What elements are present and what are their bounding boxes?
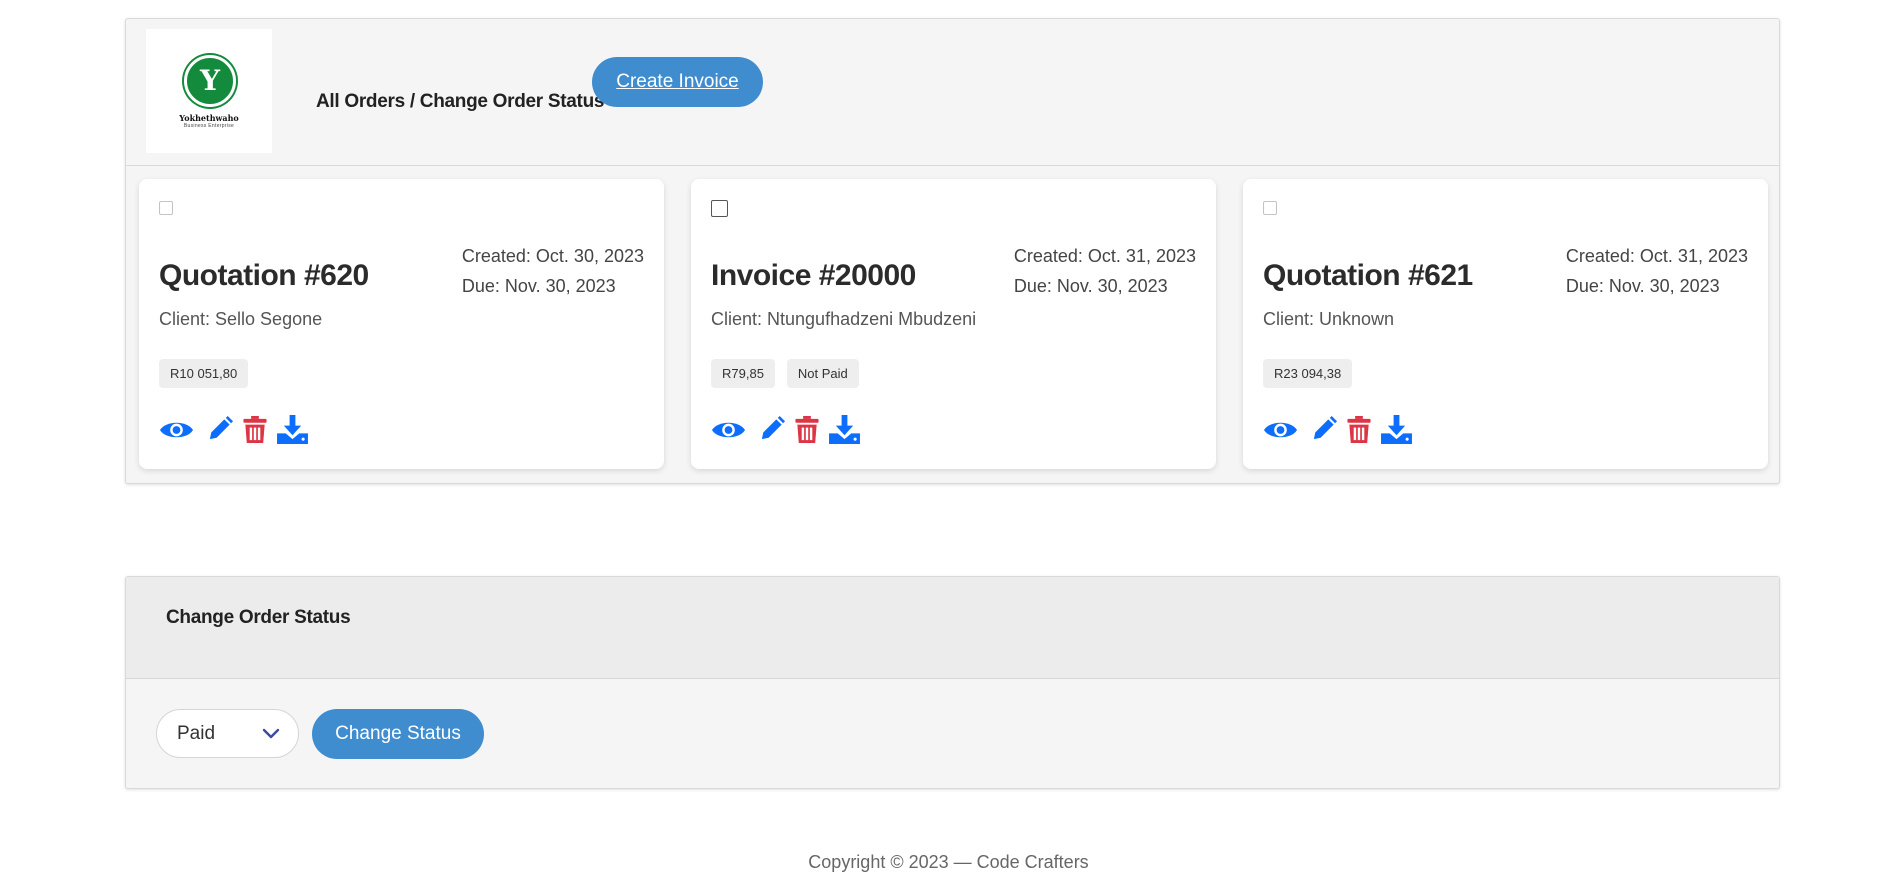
- order-title: Quotation #620: [159, 259, 369, 292]
- orders-header: Y Yokhethwaho Business Enterprise All Or…: [126, 19, 1779, 166]
- trash-icon[interactable]: [243, 416, 267, 443]
- download-icon[interactable]: [829, 415, 860, 444]
- order-badges: R79,85 Not Paid: [711, 359, 859, 388]
- footer-copyright: Copyright © 2023 — Code Crafters: [808, 852, 1089, 872]
- eye-icon[interactable]: [711, 417, 746, 443]
- order-card: Quotation #621 Created: Oct. 31, 2023 Du…: [1243, 179, 1768, 469]
- order-title: Quotation #621: [1263, 259, 1473, 292]
- order-dates: Created: Oct. 31, 2023 Due: Nov. 30, 202…: [1566, 241, 1748, 301]
- status-select[interactable]: Paid: [156, 709, 299, 758]
- pencil-icon[interactable]: [206, 416, 233, 443]
- amount-badge: R79,85: [711, 359, 775, 388]
- logo-emblem: Y: [184, 55, 236, 107]
- client-name: Client: Sello Segone: [159, 309, 323, 329]
- orders-panel: Y Yokhethwaho Business Enterprise All Or…: [125, 18, 1780, 484]
- order-card: Invoice #20000 Created: Oct. 31, 2023 Du…: [691, 179, 1216, 469]
- order-actions: [1263, 415, 1412, 444]
- due-date: Due: Nov. 30, 2023: [461, 276, 616, 296]
- due-date: Due: Nov. 30, 2023: [1565, 276, 1720, 296]
- client-name: Client: Ntungufhadzeni Mbudzeni: [711, 309, 977, 329]
- logo-tagline: Business Enterprise: [183, 123, 235, 129]
- created-date: Created: Oct. 31, 2023: [1565, 246, 1748, 266]
- amount-badge: R23 094,38: [1263, 359, 1353, 388]
- eye-icon[interactable]: [1263, 417, 1298, 443]
- company-logo: Y Yokhethwaho Business Enterprise: [146, 29, 272, 153]
- change-status-title: Change Order Status: [166, 607, 351, 628]
- status-badge: Not Paid: [786, 359, 859, 388]
- change-status-button[interactable]: Change Status: [312, 709, 484, 759]
- order-dates: Created: Oct. 31, 2023 Due: Nov. 30, 202…: [1014, 241, 1196, 301]
- order-actions: [159, 415, 308, 444]
- chevron-down-icon: [262, 727, 280, 745]
- change-status-panel: Change Order Status Paid Change Status: [125, 576, 1780, 789]
- download-icon[interactable]: [1381, 415, 1412, 444]
- created-date: Created: Oct. 31, 2023: [1013, 246, 1196, 266]
- create-invoice-button[interactable]: Create Invoice: [592, 57, 763, 107]
- order-select-checkbox[interactable]: [1263, 201, 1277, 215]
- trash-icon[interactable]: [1347, 416, 1371, 443]
- amount-badge: R10 051,80: [159, 359, 249, 388]
- trash-icon[interactable]: [795, 416, 819, 443]
- order-select-checkbox[interactable]: [711, 200, 728, 217]
- change-status-header: Change Order Status: [126, 577, 1779, 679]
- status-select-value: Paid: [177, 723, 216, 744]
- breadcrumb: All Orders / Change Order Status: [316, 91, 605, 112]
- order-dates: Created: Oct. 30, 2023 Due: Nov. 30, 202…: [462, 241, 644, 301]
- pencil-icon[interactable]: [1310, 416, 1337, 443]
- created-date: Created: Oct. 30, 2023: [461, 246, 644, 266]
- order-actions: [711, 415, 860, 444]
- logo-name: Yokhethwaho: [179, 113, 239, 123]
- order-badges: R23 094,38: [1263, 359, 1353, 388]
- pencil-icon[interactable]: [758, 416, 785, 443]
- client-name: Client: Unknown: [1263, 309, 1395, 329]
- eye-icon[interactable]: [159, 417, 194, 443]
- download-icon[interactable]: [277, 415, 308, 444]
- order-title: Invoice #20000: [711, 259, 916, 292]
- order-card: Quotation #620 Created: Oct. 30, 2023 Du…: [139, 179, 664, 469]
- order-select-checkbox[interactable]: [159, 201, 173, 215]
- due-date: Due: Nov. 30, 2023: [1013, 276, 1168, 296]
- order-badges: R10 051,80: [159, 359, 249, 388]
